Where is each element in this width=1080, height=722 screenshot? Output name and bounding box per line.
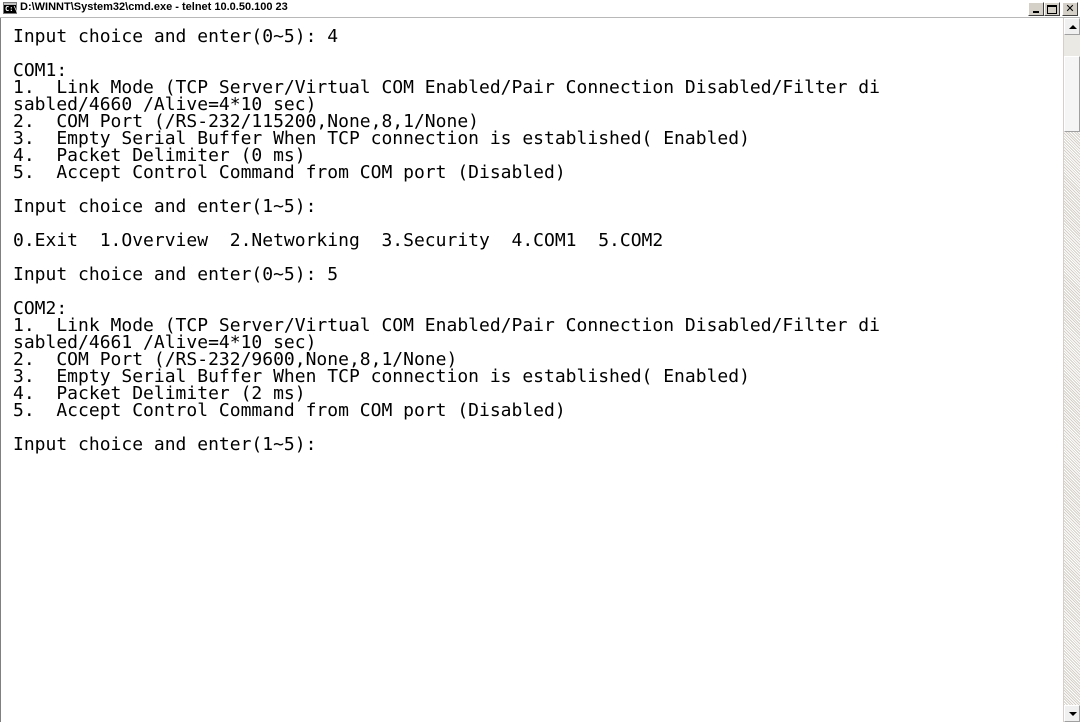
close-icon: ✕ [1065, 2, 1075, 15]
terminal-line: 0.Exit 1.Overview 2.Networking 3.Securit… [13, 230, 664, 251]
maximize-icon [1045, 3, 1059, 15]
scroll-down-button[interactable] [1064, 705, 1080, 722]
terminal-line: 5. Accept Control Command from COM port … [13, 162, 566, 183]
terminal-output: Input choice and enter(0~5): 4 COM1: 1. Li… [13, 26, 880, 455]
terminal-line: Input choice and enter(1~5): [13, 434, 317, 455]
terminal-line: Input choice and enter(0~5): 5 [13, 264, 339, 285]
minimize-button[interactable] [1028, 2, 1044, 16]
close-button[interactable]: ✕ [1062, 2, 1078, 16]
scroll-down-arrow-icon [1069, 712, 1077, 716]
scroll-up-arrow-icon [1069, 25, 1077, 29]
terminal-line: Input choice and enter(1~5): [13, 196, 317, 217]
scroll-up-button[interactable] [1064, 18, 1080, 35]
terminal-line: Input choice and enter(0~5): 4 [13, 26, 339, 47]
minimize-icon [1029, 3, 1043, 15]
maximize-button[interactable] [1044, 2, 1060, 16]
scroll-track[interactable] [1064, 132, 1080, 705]
vertical-scrollbar[interactable] [1063, 18, 1080, 722]
title-bar[interactable]: C:\ D:\WINNT\System32\cmd.exe - telnet 1… [0, 0, 1080, 18]
console-window: C:\ D:\WINNT\System32\cmd.exe - telnet 1… [0, 0, 1080, 722]
terminal-area[interactable]: Input choice and enter(0~5): 4 COM1: 1. Li… [0, 18, 1063, 722]
window-title: D:\WINNT\System32\cmd.exe - telnet 10.0.… [20, 1, 288, 13]
console-icon[interactable]: C:\ [3, 2, 18, 14]
scroll-thumb[interactable] [1064, 56, 1080, 132]
terminal-line: 5. Accept Control Command from COM port … [13, 400, 566, 421]
